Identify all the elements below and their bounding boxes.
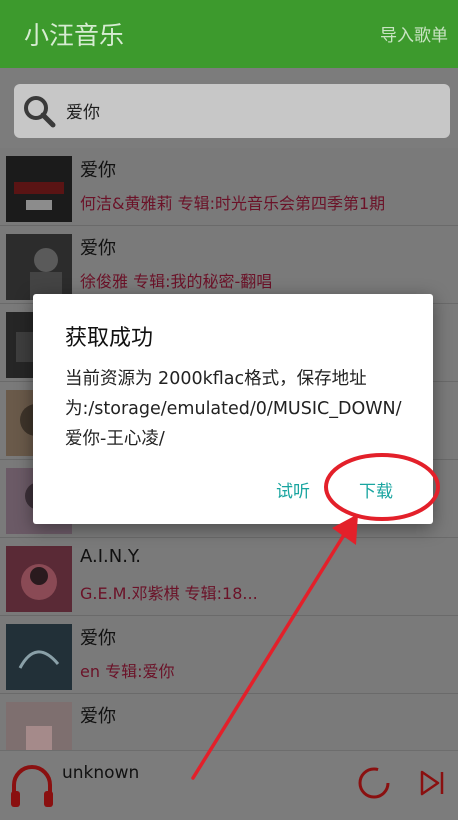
mini-player: unknown (0, 750, 458, 820)
dialog-title: 获取成功 (65, 326, 154, 351)
search-input[interactable]: 爱你 (14, 84, 450, 138)
next-track-icon[interactable] (418, 769, 446, 797)
download-dialog: 获取成功 当前资源为 2000kflac格式，保存地址为:/storage/em… (33, 294, 433, 524)
album-art (6, 234, 72, 300)
loading-icon (358, 767, 390, 799)
search-bar: 爱你 (0, 68, 458, 148)
now-playing-title: unknown (62, 763, 140, 783)
song-title: 爱你 (80, 238, 116, 259)
import-playlist-button[interactable]: 导入歌单 (380, 21, 448, 46)
album-art (6, 156, 72, 222)
song-meta: en 专辑:爱你 (80, 662, 175, 681)
song-title: 爱你 (80, 160, 116, 181)
song-meta: 徐俊雅 专辑:我的秘密-翻唱 (80, 272, 273, 291)
album-art (6, 624, 72, 690)
listen-button[interactable]: 试听 (276, 477, 310, 502)
song-title: 爱你 (80, 628, 116, 649)
song-meta: G.E.M.邓紫棋 专辑:18... (80, 584, 258, 603)
song-row[interactable]: 爱你 徐俊雅 专辑:我的秘密-翻唱 (0, 226, 458, 304)
song-title: 爱你 (80, 706, 116, 727)
song-title: A.I.N.Y. (80, 546, 142, 567)
song-row[interactable]: A.I.N.Y. G.E.M.邓紫棋 专辑:18... (0, 538, 458, 616)
song-meta: 何洁&黄雅莉 专辑:时光音乐会第四季第1期 (80, 194, 386, 213)
app-bar: 小汪音乐 导入歌单 (0, 0, 458, 68)
song-row[interactable]: 爱你 何洁&黄雅莉 专辑:时光音乐会第四季第1期 (0, 148, 458, 226)
headphones-icon[interactable] (8, 759, 56, 811)
album-art (6, 546, 72, 612)
song-row[interactable]: 爱你 en 专辑:爱你 (0, 616, 458, 694)
app-title: 小汪音乐 (24, 21, 125, 50)
search-query: 爱你 (66, 103, 100, 123)
search-icon (24, 96, 56, 128)
download-button[interactable]: 下载 (359, 477, 393, 502)
dialog-message: 当前资源为 2000kflac格式，保存地址为:/storage/emulate… (65, 369, 402, 449)
